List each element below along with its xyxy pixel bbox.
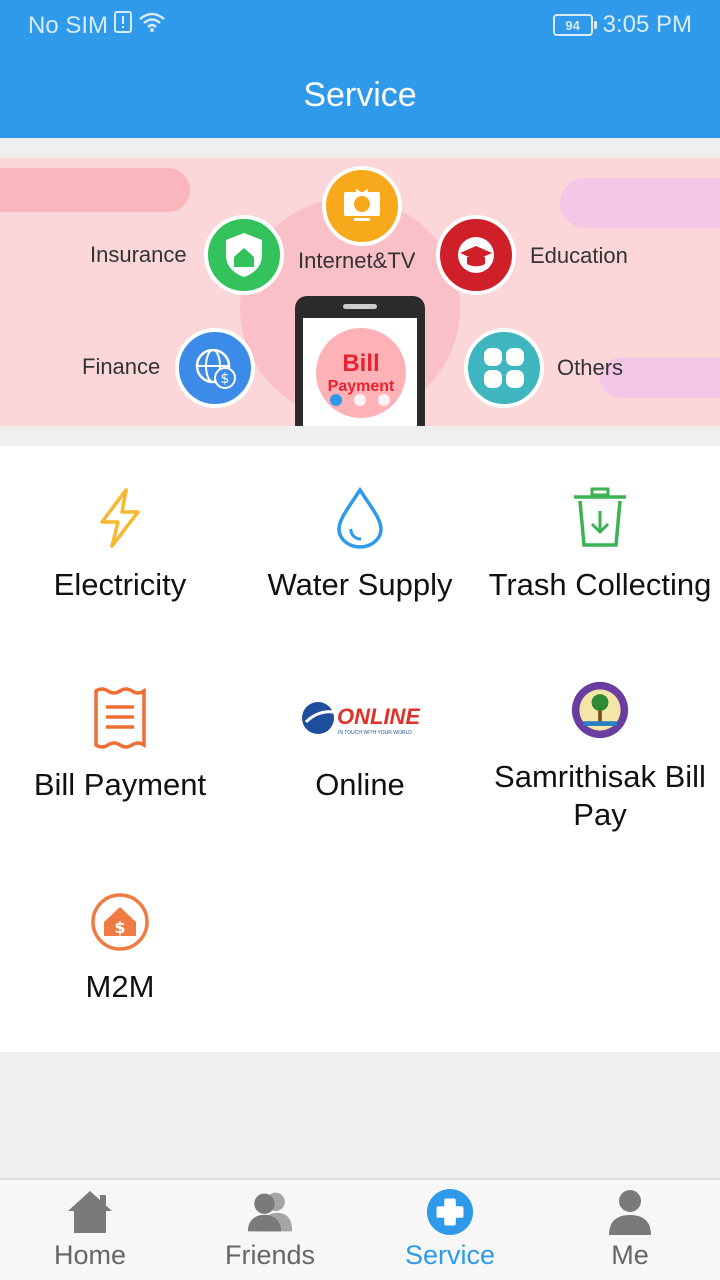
service-electricity[interactable]: Electricity [0,446,240,646]
tab-label: Service [404,1240,496,1270]
tab-home[interactable]: Home [0,1180,180,1280]
friends-icon [246,1188,294,1236]
online-logo: ONLINE IN TOUCH WITH YOUR WORLD [300,688,420,748]
no-sim-icon [114,11,133,40]
tab-label: Friends [224,1240,316,1270]
category-finance-label: Finance [82,354,161,379]
svg-text:$: $ [221,371,230,387]
shield-home-icon [204,215,284,295]
receipt-icon [90,687,150,749]
wifi-icon [138,11,166,40]
service-water-supply[interactable]: Water Supply [240,446,480,646]
service-label: Water Supply [267,567,453,602]
online-logo-text: ONLINE [337,704,420,729]
clock: 3:05 PM [602,11,692,38]
tab-friends[interactable]: Friends [180,1180,360,1280]
battery-icon: 94 [552,14,597,36]
tv-globe-icon [322,166,402,246]
service-grid: Electricity Water Supply Trash Collectin… [0,446,720,1052]
online-logo-tagline: IN TOUCH WITH YOUR WORLD [338,730,412,736]
service-m2m[interactable]: $ M2M [0,846,240,1046]
lightning-icon [90,488,150,548]
person-icon [606,1188,654,1236]
phone-bill-text: Bill [342,350,380,377]
category-others-label: Others [557,355,624,380]
tab-service[interactable]: Service [360,1180,540,1280]
service-label: Trash Collecting [488,567,712,602]
page-title: Service [0,52,720,138]
service-samrithisak-bill-pay[interactable]: Samrithisak Bill Pay [480,646,720,866]
banner-pager [330,394,390,406]
pager-dot[interactable] [378,394,390,406]
category-education-label: Education [530,243,628,268]
water-drop-icon [330,487,390,549]
graduation-cap-icon [436,215,516,295]
bottom-tab-bar: Home Friends Service Me [0,1178,720,1280]
plus-circle-icon [426,1188,474,1236]
service-label: Online [315,767,405,802]
home-icon [66,1188,114,1236]
phone-illustration: Bill Payment [295,296,425,426]
pager-dot[interactable] [330,394,342,406]
pager-dot[interactable] [354,394,366,406]
service-bill-payment[interactable]: Bill Payment [0,646,240,846]
service-label: Samrithisak Bill Pay [494,759,706,832]
service-label: Bill Payment [33,767,207,802]
category-internet-tv-label: Internet&TV [298,248,416,273]
service-online[interactable]: ONLINE IN TOUCH WITH YOUR WORLD Online [240,646,480,846]
service-trash-collecting[interactable]: Trash Collecting [480,446,720,646]
tab-me[interactable]: Me [540,1180,720,1280]
status-bar: No SIM 94 3:05 PM [0,0,720,52]
house-dollar-icon: $ [90,892,150,952]
category-insurance-label: Insurance [90,242,187,267]
carrier-label: No SIM [28,11,109,39]
samrithisak-logo [570,680,630,740]
globe-dollar-icon: $ [175,328,255,408]
tab-label: Me [611,1240,649,1270]
service-label: M2M [85,969,155,1004]
promo-banner[interactable]: Insurance Internet&TV Education Finance … [0,158,720,426]
grid-apps-icon [464,328,544,408]
svg-text:$: $ [114,918,125,937]
service-label: Electricity [53,567,187,602]
trash-bin-icon [570,487,630,548]
tab-label: Home [53,1240,127,1270]
